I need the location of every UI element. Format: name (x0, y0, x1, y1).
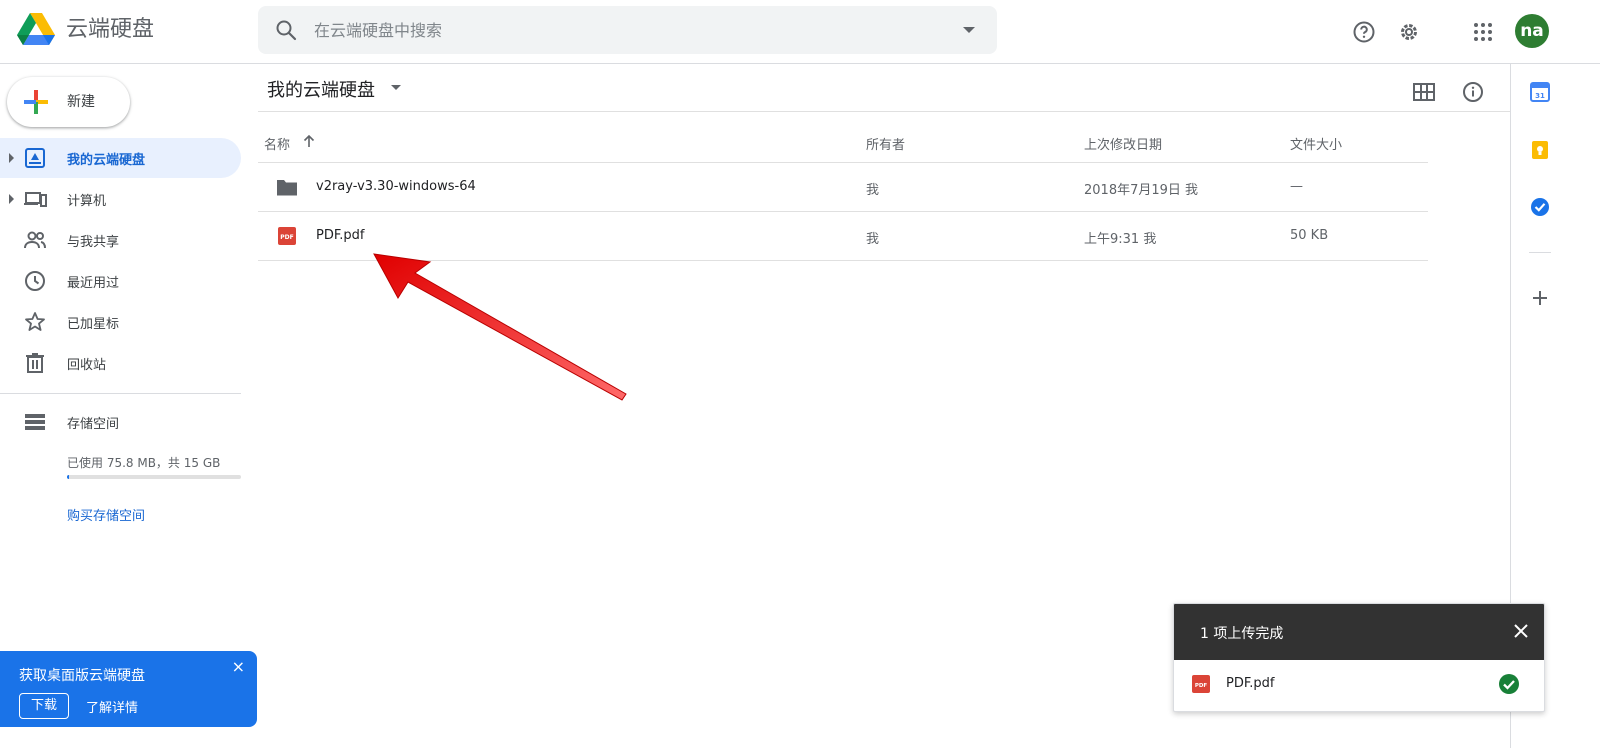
side-panel-divider (1529, 252, 1551, 253)
file-modified: 2018年7月19日 我 (1084, 183, 1199, 198)
search-input[interactable] (314, 6, 934, 54)
new-button[interactable]: 新建 (7, 77, 130, 127)
upload-status-panel: 1 项上传完成 PDF PDF.pdf (1173, 603, 1545, 712)
file-owner: 我 (866, 232, 880, 247)
sidebar: 新建 我的云端硬盘 计算机 与我共享 最近用过 已加星标 回收站 存储空间 已使… (0, 64, 256, 748)
search-bar[interactable] (258, 6, 997, 54)
sidebar-item-label: 回收站 (67, 358, 107, 373)
upload-status-header: 1 项上传完成 (1174, 604, 1544, 660)
drive-logo-icon[interactable] (17, 13, 55, 47)
table-bottom-border (258, 260, 1428, 261)
app-title[interactable]: 云端硬盘 (66, 14, 154, 46)
column-header-name[interactable]: 名称 (264, 134, 290, 153)
file-size: 50 KB (1290, 228, 1329, 243)
header-divider (258, 111, 1510, 112)
new-button-label: 新建 (67, 94, 95, 110)
expand-caret-icon[interactable] (9, 153, 14, 163)
promo-close-button[interactable]: × (232, 657, 245, 676)
pdf-icon: PDF (1192, 675, 1210, 693)
account-avatar[interactable]: na (1515, 14, 1549, 48)
svg-text:PDF: PDF (280, 234, 293, 241)
sidebar-divider (0, 393, 241, 394)
sidebar-item-recent[interactable]: 最近用过 (0, 261, 241, 301)
sort-ascending-icon[interactable] (302, 134, 316, 148)
upload-file-name: PDF.pdf (1226, 676, 1275, 691)
pdf-icon: PDF (278, 227, 296, 245)
buy-storage-link[interactable]: 购买存储空间 (67, 505, 145, 524)
column-header-modified[interactable]: 上次修改日期 (1084, 134, 1162, 153)
sidebar-item-label: 与我共享 (67, 235, 120, 250)
promo-title: 获取桌面版云端硬盘 (19, 668, 145, 684)
promo-learn-more-link[interactable]: 了解详情 (86, 697, 138, 716)
grid-view-button[interactable] (1406, 74, 1442, 110)
check-circle-icon (1499, 674, 1519, 694)
desktop-promo-banner: 获取桌面版云端硬盘 × 下载 了解详情 (0, 651, 257, 727)
search-icon[interactable] (274, 18, 298, 42)
promo-download-button[interactable]: 下载 (19, 693, 70, 719)
storage-usage-fill (67, 475, 69, 479)
sidebar-item-computers[interactable]: 计算机 (0, 179, 241, 219)
search-options-caret-icon[interactable] (959, 20, 979, 40)
plus-icon[interactable] (1530, 288, 1550, 308)
file-modified: 上午9:31 我 (1084, 232, 1157, 247)
gear-icon (1401, 24, 1417, 40)
file-name: PDF.pdf (316, 228, 365, 243)
file-owner: 我 (866, 183, 880, 198)
table-row[interactable]: PDF PDF.pdf 我 上午9:31 我 50 KB (258, 211, 1428, 260)
sidebar-item-trash[interactable]: 回收站 (0, 343, 241, 383)
apps-button[interactable] (1463, 12, 1503, 52)
calendar-icon[interactable]: 31 (1530, 82, 1550, 102)
help-icon (1353, 21, 1375, 43)
details-button[interactable] (1455, 74, 1491, 110)
info-icon (1463, 82, 1483, 102)
sidebar-item-my-drive[interactable]: 我的云端硬盘 (0, 138, 241, 178)
shared-with-me-icon (24, 231, 46, 249)
svg-text:PDF: PDF (1195, 683, 1208, 689)
my-drive-icon (25, 148, 45, 168)
tasks-icon[interactable] (1530, 197, 1550, 217)
column-header-owner: 所有者 (866, 138, 906, 153)
column-header-size: 文件大小 (1290, 138, 1343, 153)
recent-icon (25, 271, 45, 291)
star-icon (25, 312, 45, 331)
computers-icon (24, 192, 47, 207)
sidebar-item-label: 我的云端硬盘 (67, 153, 146, 168)
sidebar-item-starred[interactable]: 已加星标 (0, 302, 241, 342)
sidebar-item-label: 计算机 (67, 194, 107, 209)
sidebar-item-label: 存储空间 (67, 417, 120, 432)
file-name: v2ray-v3.30-windows-64 (316, 179, 476, 194)
svg-text:31: 31 (1535, 92, 1545, 100)
apps-grid-icon (1474, 23, 1492, 41)
grid-view-icon (1413, 83, 1435, 101)
sidebar-item-shared-with-me[interactable]: 与我共享 (0, 220, 241, 260)
settings-button[interactable] (1389, 12, 1429, 52)
plus-icon (24, 90, 48, 114)
expand-caret-icon[interactable] (9, 194, 14, 204)
sidebar-item-label: 最近用过 (67, 276, 120, 291)
storage-icon (25, 414, 45, 430)
storage-usage-text: 已使用 75.8 MB，共 15 GB (67, 456, 221, 470)
help-button[interactable] (1344, 12, 1384, 52)
close-icon[interactable] (1510, 620, 1532, 642)
file-size: — (1290, 179, 1303, 194)
table-row[interactable]: v2ray-v3.30-windows-64 我 2018年7月19日 我 — (258, 162, 1428, 211)
sidebar-item-storage[interactable]: 存储空间 (0, 402, 241, 442)
upload-status-title: 1 项上传完成 (1200, 626, 1284, 642)
storage-usage-bar (67, 475, 241, 479)
trash-icon (26, 353, 44, 373)
breadcrumb[interactable]: 我的云端硬盘 (267, 76, 375, 102)
keep-icon[interactable] (1530, 140, 1550, 160)
folder-icon (277, 180, 297, 196)
top-bar: 云端硬盘 na (0, 0, 1600, 64)
sidebar-item-label: 已加星标 (67, 317, 120, 332)
breadcrumb-dropdown-icon[interactable] (391, 85, 401, 90)
